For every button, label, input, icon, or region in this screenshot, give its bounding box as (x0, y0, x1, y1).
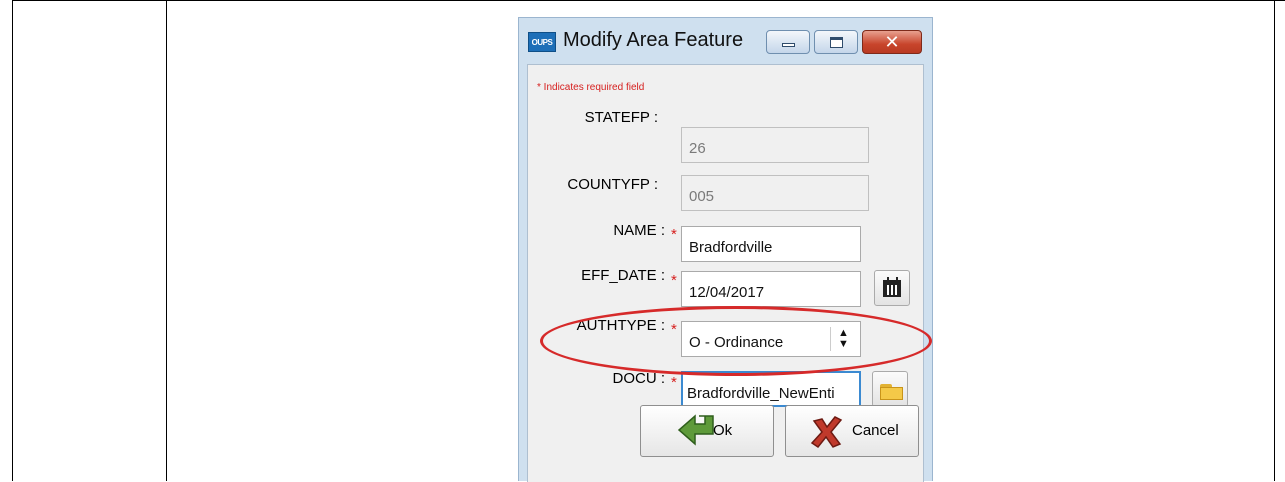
docu-label: DOCU : (612, 370, 666, 387)
name-field[interactable]: Bradfordville (681, 226, 861, 262)
authtype-select[interactable]: O - Ordinance ▲ ▼ (681, 321, 861, 357)
authtype-selected-value: O - Ordinance (689, 334, 784, 351)
dialog-titlebar[interactable]: OUPS Modify Area Feature ✕ (519, 18, 932, 64)
countyfp-label: COUNTYFP : (567, 176, 658, 193)
close-button[interactable]: ✕ (862, 30, 922, 54)
minimize-button[interactable] (766, 30, 810, 54)
docu-required-asterisk: * (671, 374, 677, 391)
folder-icon (880, 387, 903, 400)
maximize-icon (830, 37, 843, 48)
ok-label: Ok (713, 422, 733, 439)
statefp-label: STATEFP : (584, 109, 658, 126)
required-field-note: * Indicates required field (537, 82, 645, 93)
browse-file-button[interactable] (872, 371, 908, 407)
close-icon: ✕ (884, 32, 900, 52)
calendar-icon (883, 280, 901, 297)
ok-arrow-icon (677, 414, 714, 446)
table-border-top (12, 0, 1285, 1)
name-required-asterisk: * (671, 226, 677, 243)
dialog-content: * Indicates required field STATEFP : 26 … (527, 64, 924, 482)
name-label: NAME : (613, 222, 665, 239)
dialog-title: Modify Area Feature (563, 29, 744, 51)
select-updown-icon: ▲ ▼ (830, 327, 856, 351)
eff-date-field[interactable]: 12/04/2017 (681, 271, 861, 307)
table-border-right (1274, 0, 1275, 481)
eff-date-label: EFF_DATE : (581, 267, 665, 284)
eff-date-required-asterisk: * (671, 272, 677, 289)
maximize-button[interactable] (814, 30, 858, 54)
date-picker-button[interactable] (874, 270, 910, 306)
docu-field[interactable]: Bradfordville_NewEnti (681, 371, 861, 407)
oups-app-icon: OUPS (528, 32, 556, 52)
authtype-label: AUTHTYPE : (576, 317, 665, 334)
minimize-icon (782, 43, 795, 47)
cancel-button[interactable]: Cancel (785, 405, 919, 457)
table-column-divider (166, 0, 167, 481)
cancel-x-icon (810, 416, 843, 449)
authtype-required-asterisk: * (671, 321, 677, 338)
statefp-field[interactable]: 26 (681, 127, 869, 163)
cancel-label: Cancel (852, 422, 899, 439)
modify-area-feature-dialog: OUPS Modify Area Feature ✕ * Indicates r… (518, 17, 933, 482)
ok-button[interactable]: Ok (640, 405, 774, 457)
table-border-left (12, 0, 13, 481)
countyfp-field[interactable]: 005 (681, 175, 869, 211)
